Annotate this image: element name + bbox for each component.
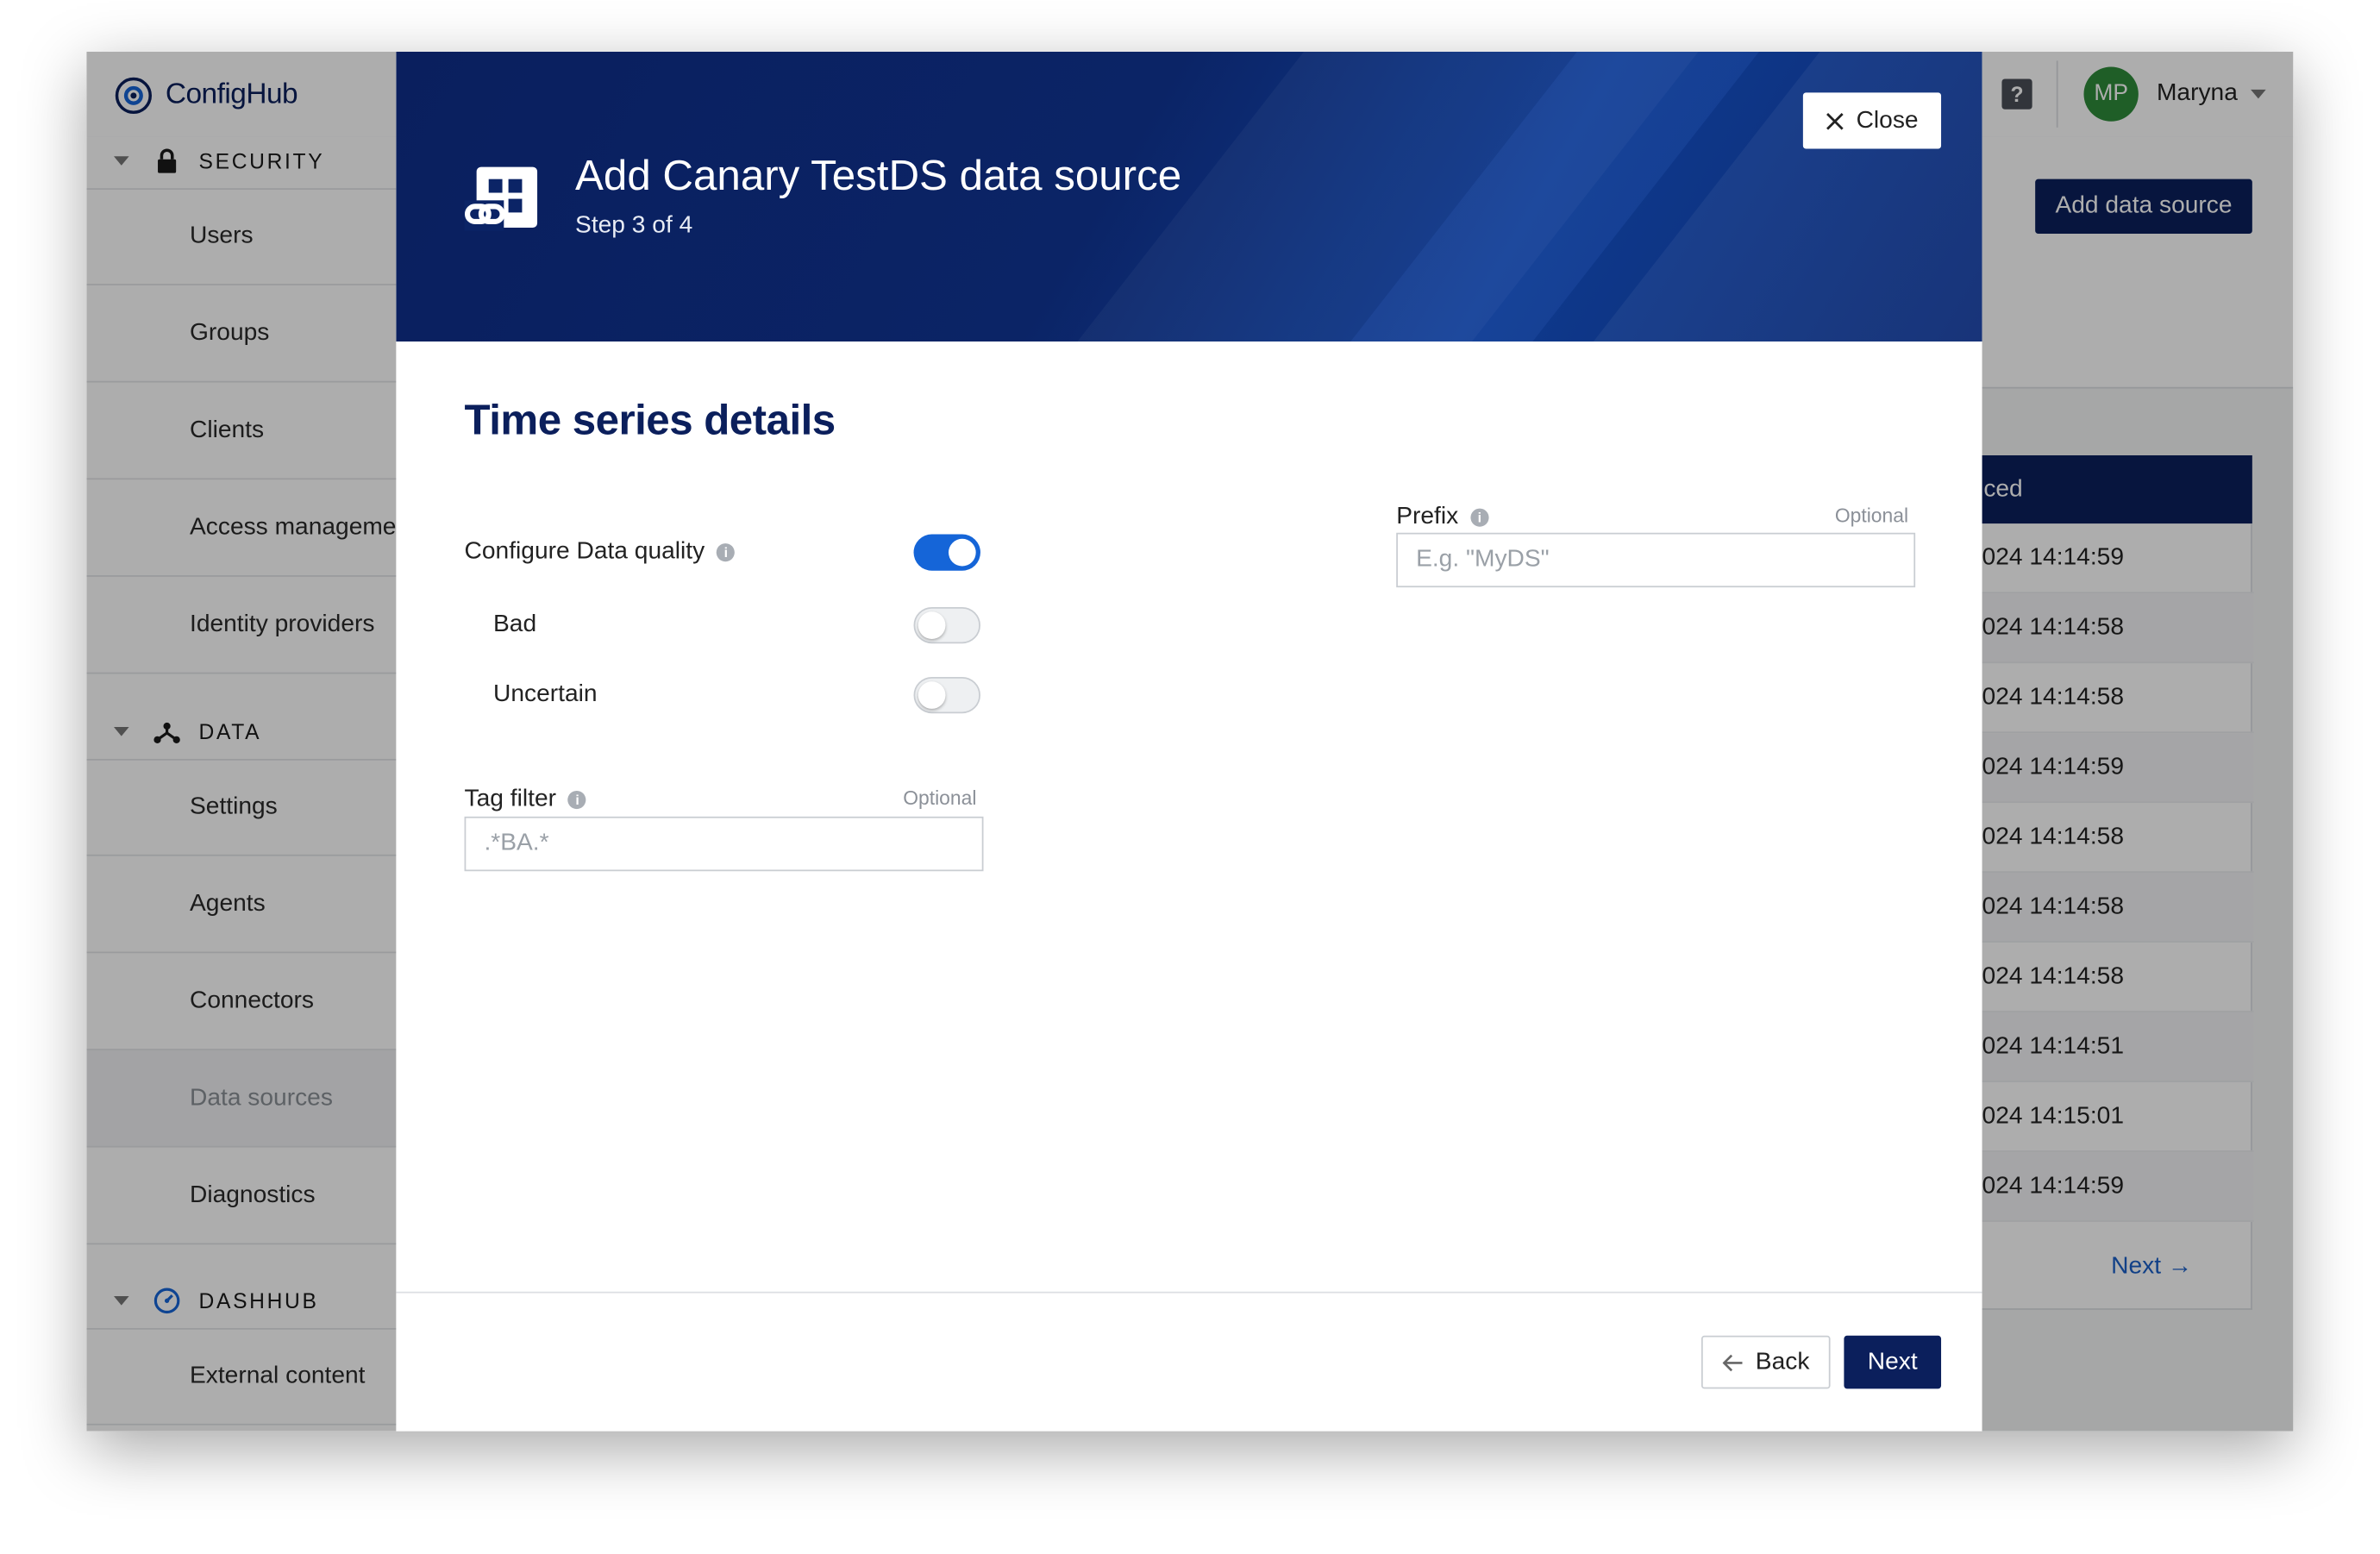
step-indicator: Step 3 of 4 (575, 212, 693, 239)
next-button[interactable]: Next (1844, 1335, 1942, 1389)
field-label: Prefix (1396, 504, 1459, 530)
field-label: Tag filter (464, 786, 556, 812)
back-button[interactable]: Back (1700, 1335, 1831, 1389)
optional-hint: Optional (903, 786, 977, 810)
back-label: Back (1755, 1348, 1810, 1375)
prefix-input[interactable] (1397, 534, 1914, 586)
tag-filter-input[interactable] (466, 818, 982, 870)
arrow-left-icon (1722, 1353, 1742, 1371)
field-label: Configure Data quality (464, 538, 705, 565)
info-icon[interactable]: i (717, 542, 736, 561)
close-icon (1826, 112, 1844, 129)
bad-toggle[interactable] (913, 607, 980, 644)
prefix-field[interactable] (1396, 532, 1916, 588)
modal-header: Add Canary TestDS data source Step 3 of … (396, 51, 1982, 342)
app-window: ConfigHub ? MP Maryna SECURITY Users Gro… (86, 51, 2294, 1432)
uncertain-label: Uncertain (493, 681, 598, 708)
close-button[interactable]: Close (1802, 92, 1942, 149)
footer-divider (396, 1291, 1982, 1294)
toggle-knob (918, 681, 946, 709)
info-icon[interactable]: i (568, 790, 587, 809)
toggle-knob (918, 611, 946, 639)
uncertain-toggle[interactable] (913, 676, 980, 714)
optional-hint: Optional (1834, 504, 1909, 527)
prefix-label: Prefix i (1396, 504, 1489, 531)
configure-data-quality-label: Configure Data quality i (465, 539, 736, 567)
configure-data-quality-toggle[interactable] (913, 534, 980, 571)
tag-filter-field[interactable] (464, 816, 984, 872)
toggle-knob (949, 538, 976, 567)
close-label: Close (1856, 107, 1919, 133)
section-title: Time series details (464, 396, 836, 443)
tag-filter-label: Tag filter i (465, 786, 587, 814)
bad-label: Bad (493, 611, 537, 638)
data-source-icon (464, 166, 538, 231)
modal-title: Add Canary TestDS data source (575, 152, 1182, 199)
add-data-source-modal: Add Canary TestDS data source Step 3 of … (396, 51, 1982, 1432)
info-icon[interactable]: i (1470, 508, 1489, 527)
